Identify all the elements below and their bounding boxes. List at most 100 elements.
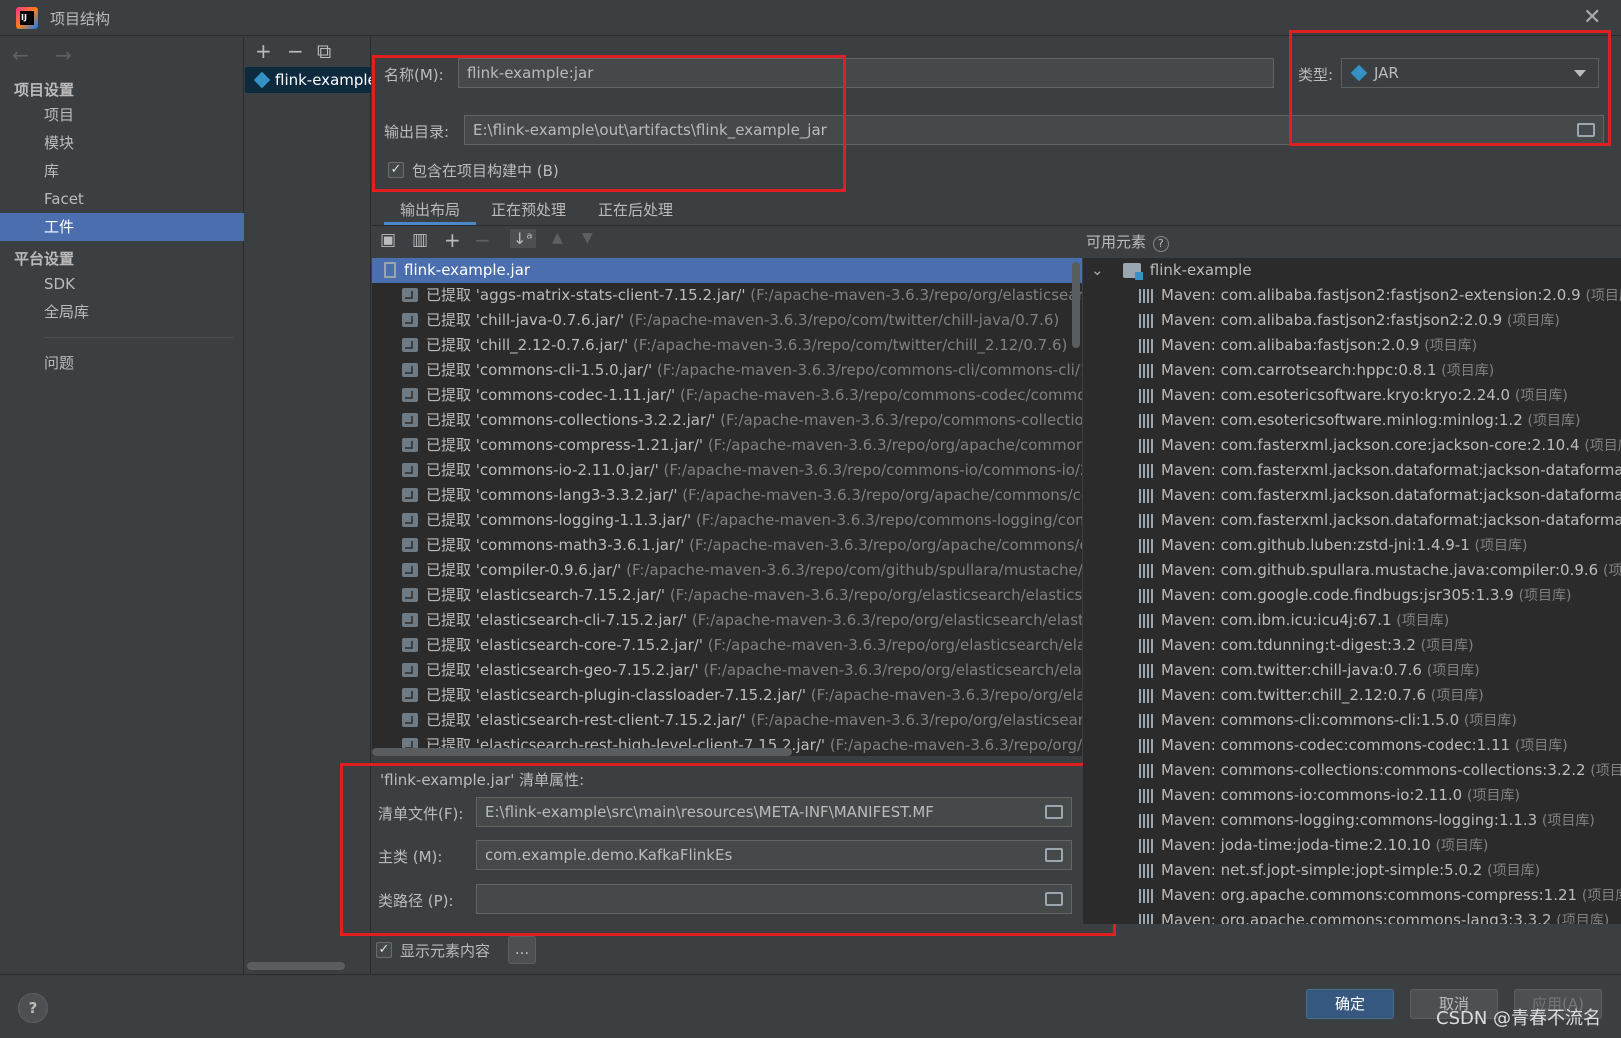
list-horizontal-scrollbar[interactable]	[247, 962, 345, 970]
back-forward-arrows[interactable]: ← →	[12, 43, 82, 67]
tree-row[interactable]: 已提取 'elasticsearch-7.15.2.jar/' (F:/apac…	[372, 583, 1082, 608]
tree-row-path: (F:/apache-maven-3.6.3/repo/org/elastics…	[829, 736, 1082, 754]
new-folder-icon[interactable]: ▣	[380, 230, 396, 250]
available-library-item[interactable]: Maven: org.apache.commons:commons-lang3:…	[1083, 908, 1609, 924]
available-library-item[interactable]: Maven: com.alibaba.fastjson2:fastjson2:2…	[1083, 308, 1560, 333]
tree-root-jar[interactable]: flink-example.jar	[372, 258, 1082, 283]
sort-icon[interactable]: ↓ᵃ	[510, 229, 536, 248]
tree-row[interactable]: 已提取 'commons-collections-3.2.2.jar/' (F:…	[372, 408, 1082, 433]
available-library-suffix: (项目库)	[1426, 663, 1480, 679]
add-element-icon[interactable]: +	[444, 228, 461, 252]
tree-row[interactable]: 已提取 'compiler-0.9.6.jar/' (F:/apache-mav…	[372, 558, 1082, 583]
available-library-item[interactable]: Maven: com.github.spullara.mustache.java…	[1083, 558, 1621, 583]
available-library-item[interactable]: Maven: org.apache.commons:commons-compre…	[1083, 883, 1621, 908]
tree-row[interactable]: 已提取 'chill_2.12-0.7.6.jar/' (F:/apache-m…	[372, 333, 1067, 358]
available-library-item[interactable]: Maven: net.sf.jopt-simple:jopt-simple:5.…	[1083, 858, 1540, 883]
available-library-item[interactable]: Maven: com.alibaba.fastjson2:fastjson2-e…	[1083, 283, 1621, 308]
jar-icon	[384, 262, 396, 278]
tab-output-layout[interactable]: 输出布局	[400, 199, 460, 220]
show-content-checkbox[interactable]: ✓	[376, 942, 392, 958]
remove-artifact-icon[interactable]: −	[287, 39, 304, 63]
tree-row-prefix: 已提取	[426, 636, 472, 654]
sidebar-item-sdk[interactable]: SDK	[0, 270, 244, 298]
sidebar-item-project[interactable]: 项目	[0, 101, 244, 129]
available-library-item[interactable]: Maven: com.fasterxml.jackson.dataformat:…	[1083, 458, 1621, 483]
tree-row[interactable]: 已提取 'chill-java-0.7.6.jar/' (F:/apache-m…	[372, 308, 1059, 333]
tree-row[interactable]: 已提取 'elasticsearch-core-7.15.2.jar/' (F:…	[372, 633, 1082, 658]
artifact-list-item[interactable]: flink-example:jar	[245, 67, 371, 93]
available-library-item[interactable]: Maven: commons-cli:commons-cli:1.5.0 (项目…	[1083, 708, 1517, 733]
available-root[interactable]: ⌄ flink-example	[1091, 258, 1252, 283]
folder-browse-icon[interactable]	[1045, 805, 1063, 819]
available-library-item[interactable]: Maven: commons-io:commons-io:2.11.0 (项目库…	[1083, 783, 1520, 808]
tree-row[interactable]: 已提取 'elasticsearch-cli-7.15.2.jar/' (F:/…	[372, 608, 1082, 633]
available-library-name: Maven: com.twitter:chill-java:0.7.6	[1161, 661, 1422, 679]
tree-row-name: 'elasticsearch-cli-7.15.2.jar/'	[475, 611, 688, 629]
sidebar-item-problems[interactable]: 问题	[0, 349, 244, 377]
close-icon[interactable]: ✕	[1583, 5, 1601, 30]
available-library-item[interactable]: Maven: com.ibm.icu:icu4j:67.1 (项目库)	[1083, 608, 1449, 633]
extracted-archive-icon	[402, 313, 418, 327]
tree-row[interactable]: 已提取 'commons-cli-1.5.0.jar/' (F:/apache-…	[372, 358, 1082, 383]
classpath-input[interactable]	[476, 884, 1072, 914]
available-library-item[interactable]: Maven: com.tdunning:t-digest:3.2 (项目库)	[1083, 633, 1474, 658]
help-circle-icon[interactable]: ?	[1152, 236, 1169, 252]
settings-sidebar: ← → 项目设置 项目 模块 库 Facet 工件 平台设置 SDK 全局库 问…	[0, 37, 244, 974]
available-library-item[interactable]: Maven: commons-collections:commons-colle…	[1083, 758, 1621, 783]
tree-row[interactable]: 已提取 'elasticsearch-geo-7.15.2.jar/' (F:/…	[372, 658, 1082, 683]
tree-row-prefix: 已提取	[426, 286, 472, 304]
available-library-item[interactable]: Maven: com.twitter:chill-java:0.7.6 (项目库…	[1083, 658, 1480, 683]
tree-row[interactable]: 已提取 'commons-codec-1.11.jar/' (F:/apache…	[372, 383, 1082, 408]
available-library-item[interactable]: Maven: com.alibaba:fastjson:2.0.9 (项目库)	[1083, 333, 1477, 358]
folder-browse-icon[interactable]	[1045, 848, 1063, 862]
available-library-item[interactable]: Maven: commons-logging:commons-logging:1…	[1083, 808, 1595, 833]
tab-post-processing[interactable]: 正在后处理	[598, 199, 673, 220]
copy-artifact-icon[interactable]: ⧉	[317, 39, 331, 63]
library-icon	[1139, 289, 1155, 303]
help-button[interactable]: ?	[18, 993, 48, 1023]
tree-row[interactable]: 已提取 'commons-math3-3.6.1.jar/' (F:/apach…	[372, 533, 1082, 558]
extracted-archive-icon	[402, 613, 418, 627]
tree-row[interactable]: 已提取 'commons-compress-1.21.jar/' (F:/apa…	[372, 433, 1082, 458]
available-library-item[interactable]: Maven: com.esotericsoftware.kryo:kryo:2.…	[1083, 383, 1568, 408]
available-library-item[interactable]: Maven: com.carrotsearch:hppc:0.8.1 (项目库)	[1083, 358, 1494, 383]
ok-button[interactable]: 确定	[1306, 989, 1394, 1019]
chevron-down-icon[interactable]: ⌄	[1091, 258, 1107, 283]
tree-row[interactable]: 已提取 'elasticsearch-rest-client-7.15.2.ja…	[372, 708, 1082, 733]
tree-vertical-scrollbar[interactable]	[1072, 262, 1080, 348]
add-artifact-icon[interactable]: +	[255, 39, 272, 63]
available-library-item[interactable]: Maven: commons-codec:commons-codec:1.11 …	[1083, 733, 1568, 758]
more-options-button[interactable]: ...	[508, 936, 536, 964]
remove-element-icon[interactable]: −	[474, 228, 491, 252]
available-library-suffix: (项目库)	[1585, 288, 1621, 304]
sidebar-item-libraries[interactable]: 库	[0, 157, 244, 185]
available-library-name: Maven: com.esotericsoftware.minlog:minlo…	[1161, 411, 1523, 429]
main-class-input[interactable]: com.example.demo.KafkaFlinkEs	[476, 840, 1072, 870]
tree-horizontal-scrollbar[interactable]	[372, 748, 792, 756]
sidebar-item-global-libraries[interactable]: 全局库	[0, 298, 244, 326]
manifest-file-input[interactable]: E:\flink-example\src\main\resources\META…	[476, 797, 1072, 827]
tab-pre-processing[interactable]: 正在预处理	[491, 199, 566, 220]
available-library-item[interactable]: Maven: joda-time:joda-time:2.10.10 (项目库)	[1083, 833, 1488, 858]
move-down-icon[interactable]: ▼	[582, 230, 593, 246]
sidebar-item-facets[interactable]: Facet	[0, 185, 244, 213]
tree-row[interactable]: 已提取 'commons-io-2.11.0.jar/' (F:/apache-…	[372, 458, 1082, 483]
available-library-item[interactable]: Maven: com.github.luben:zstd-jni:1.4.9-1…	[1083, 533, 1527, 558]
available-library-item[interactable]: Maven: com.fasterxml.jackson.dataformat:…	[1083, 508, 1621, 533]
tree-row[interactable]: 已提取 'commons-logging-1.1.3.jar/' (F:/apa…	[372, 508, 1082, 533]
folder-browse-icon[interactable]	[1045, 892, 1063, 906]
tree-row-path: (F:/apache-maven-3.6.3/repo/commons-coll…	[720, 411, 1082, 429]
csdn-watermark: CSDN @青春不流名	[1436, 1008, 1602, 1029]
tree-row[interactable]: 已提取 'aggs-matrix-stats-client-7.15.2.jar…	[372, 283, 1082, 308]
available-library-item[interactable]: Maven: com.twitter:chill_2.12:0.7.6 (项目库…	[1083, 683, 1484, 708]
sidebar-item-modules[interactable]: 模块	[0, 129, 244, 157]
sidebar-item-artifacts[interactable]: 工件	[0, 213, 244, 241]
tree-row[interactable]: 已提取 'elasticsearch-plugin-classloader-7.…	[372, 683, 1082, 708]
available-library-item[interactable]: Maven: com.esotericsoftware.minlog:minlo…	[1083, 408, 1580, 433]
available-library-item[interactable]: Maven: com.fasterxml.jackson.core:jackso…	[1083, 433, 1621, 458]
available-library-item[interactable]: Maven: com.google.code.findbugs:jsr305:1…	[1083, 583, 1572, 608]
tree-row[interactable]: 已提取 'commons-lang3-3.3.2.jar/' (F:/apach…	[372, 483, 1082, 508]
move-up-icon[interactable]: ▲	[552, 230, 563, 246]
new-archive-icon[interactable]: ▥	[412, 230, 428, 250]
available-library-item[interactable]: Maven: com.fasterxml.jackson.dataformat:…	[1083, 483, 1621, 508]
